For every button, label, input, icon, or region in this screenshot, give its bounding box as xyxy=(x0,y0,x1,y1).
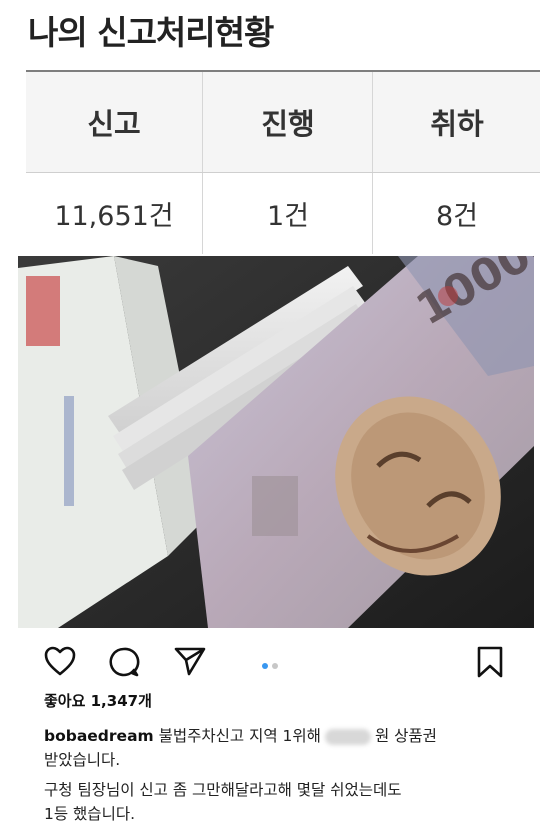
caption-body-2: 1등 했습니다. xyxy=(44,805,136,823)
report-table: 신고 진행 취하 11,651건 1건 8건 xyxy=(26,70,540,254)
share-icon[interactable] xyxy=(174,646,206,680)
blurred-amount xyxy=(324,728,371,745)
caption-body-1: 구청 팀장님이 신고 좀 그만해달라고해 몇달 쉬었는데도 xyxy=(44,781,402,799)
header-withdrawn: 취하 xyxy=(430,107,484,141)
value-reports: 11,651건 xyxy=(54,201,174,232)
carousel-dot-active xyxy=(262,663,268,669)
carousel-dot xyxy=(272,663,278,669)
comment-icon[interactable] xyxy=(108,646,140,682)
value-in-progress: 1건 xyxy=(266,201,310,232)
post-photo: 10000 xyxy=(18,256,534,628)
like-count[interactable]: 좋아요 1,347개 xyxy=(44,690,152,711)
page-title: 나의 신고처리현황 xyxy=(28,13,274,52)
caption-suffix: 원 상품권 xyxy=(374,727,437,745)
table-value-row: 11,651건 1건 8건 xyxy=(26,173,540,254)
carousel-indicator xyxy=(262,654,282,673)
post-caption: bobaedream 불법주차신고 지역 1위해 원 상품권 받았습니다. xyxy=(44,724,514,772)
heart-icon[interactable] xyxy=(44,646,76,680)
caption-text-1: 불법주차신고 지역 1위해 xyxy=(158,727,321,745)
caption-text-2: 받았습니다. xyxy=(44,751,121,769)
bookmark-icon[interactable] xyxy=(476,646,504,682)
header-reports: 신고 xyxy=(87,107,141,141)
table-header-row: 신고 진행 취하 xyxy=(26,72,540,173)
username[interactable]: bobaedream xyxy=(44,727,154,745)
report-summary: 나의 신고처리현황 신고 진행 취하 11,651건 1건 8건 xyxy=(0,0,552,256)
value-withdrawn: 8건 xyxy=(435,201,479,232)
gift-certificates-image: 10000 xyxy=(18,256,534,628)
header-in-progress: 진행 xyxy=(261,107,315,141)
